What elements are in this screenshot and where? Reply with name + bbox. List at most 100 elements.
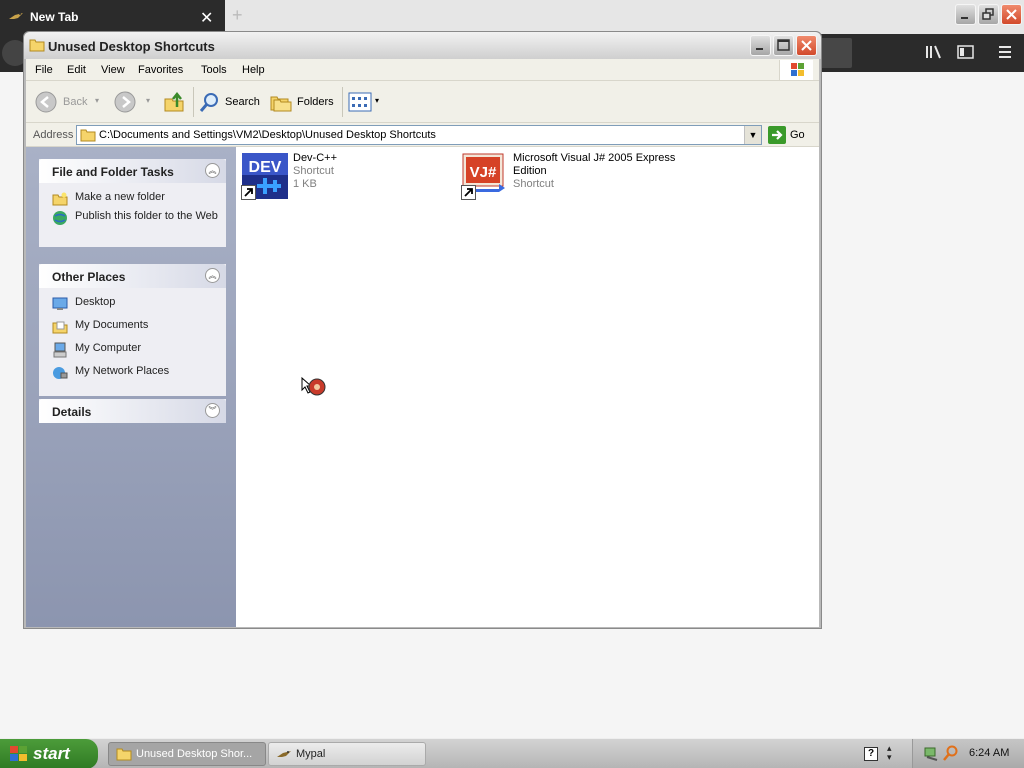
file-name: Dev-C++ [293,152,338,164]
menu-view[interactable]: View [101,64,125,76]
browser-minimize-button[interactable] [955,4,976,25]
expand-chevron-icon[interactable]: ︾ [205,403,220,418]
folder-icon [80,128,96,145]
up-folder-button[interactable] [163,91,187,113]
file-item-visual-jsharp[interactable]: VJ# Microsoft Visual J# 2005 Express Edi… [461,152,701,204]
shortcut-arrow-icon [461,185,476,200]
go-button[interactable]: Go [768,125,808,145]
panel-title: File and Folder Tasks [52,165,174,179]
views-dropdown-icon[interactable]: ▾ [375,96,379,105]
address-bar: Address C:\Documents and Settings\VM2\De… [26,123,819,147]
window-titlebar[interactable]: Unused Desktop Shortcuts [24,32,821,59]
file-item-dev-cpp[interactable]: DEV Dev-C++ Shortcut 1 KB [241,152,461,204]
browser-close-button[interactable] [1001,4,1022,25]
back-dropdown-icon[interactable]: ▾ [95,96,99,105]
task-publish-web[interactable]: Publish this folder to the Web [39,207,226,226]
shortcut-arrow-icon [241,185,256,200]
new-tab-button[interactable]: + [232,5,243,26]
toolbar-separator [342,87,343,117]
forward-arrow-icon [114,91,136,113]
browser-url-bar[interactable] [820,38,852,68]
tray-search-icon[interactable] [943,745,959,764]
folders-label: Folders [297,96,334,108]
folder-icon [116,747,132,764]
views-button[interactable]: ▾ [348,91,384,113]
new-folder-icon [52,191,68,207]
my-documents-icon [52,319,68,335]
help-icon[interactable]: ? [864,747,878,761]
place-label: Desktop [75,296,116,308]
folders-button[interactable]: Folders [270,91,336,113]
hamburger-menu-icon[interactable] [997,44,1013,65]
tab-title: New Tab [30,10,79,24]
panel-header[interactable]: Other Places ︽ [39,264,226,288]
windows-flag-icon [9,745,29,766]
file-name: Microsoft Visual J# 2005 Express Edition [513,152,676,177]
window-title: Unused Desktop Shortcuts [48,39,215,54]
menu-help[interactable]: Help [242,64,265,76]
panel-title: Other Places [52,270,126,284]
sidebar-icon[interactable] [957,44,975,65]
go-label: Go [790,129,805,141]
windows-logo-icon [779,60,813,80]
back-button[interactable]: Back ▾ [35,91,103,113]
panel-title: Details [52,405,92,419]
address-value: C:\Documents and Settings\VM2\Desktop\Un… [99,129,436,141]
close-button[interactable] [796,35,817,56]
address-label: Address [33,129,74,141]
details-panel: Details ︾ [39,399,226,423]
search-button[interactable]: Search [199,91,263,113]
menu-tools[interactable]: Tools [201,64,227,76]
maximize-icon [777,39,790,51]
address-input[interactable]: C:\Documents and Settings\VM2\Desktop\Un… [76,125,762,145]
place-my-computer[interactable]: My Computer [39,339,226,362]
collapse-chevron-icon[interactable]: ︽ [205,268,220,283]
start-button[interactable]: start [0,739,98,768]
search-icon [199,93,218,112]
dev-icon-text: DEV [249,159,282,176]
panel-header[interactable]: File and Folder Tasks ︽ [39,159,226,183]
clock: 6:24 AM [969,747,1010,759]
publish-web-icon [52,210,68,226]
place-label: My Computer [75,342,142,354]
taskbar-item-mypal[interactable]: Mypal [268,742,426,766]
forward-button[interactable]: ▾ [114,91,154,113]
taskbar-item-explorer[interactable]: Unused Desktop Shor... [108,742,266,766]
task-label: Publish this folder to the Web [75,210,218,222]
taskbar-item-label: Unused Desktop Shor... [136,748,253,760]
library-icon[interactable] [925,44,943,65]
back-label: Back [63,96,88,108]
address-dropdown-icon[interactable]: ▼ [744,126,761,144]
place-my-documents[interactable]: My Documents [39,316,226,339]
task-make-new-folder[interactable]: Make a new folder [39,188,226,207]
start-label: start [33,744,70,763]
search-label: Search [225,96,260,108]
system-tray: 6:24 AM [912,739,1024,768]
folder-icon [29,38,45,55]
browser-tab-new-tab[interactable]: New Tab ✕ [0,0,225,34]
menu-file[interactable]: File [35,64,53,76]
toolbar-separator [193,87,194,117]
forward-dropdown-icon[interactable]: ▾ [146,96,150,105]
tab-close-icon[interactable]: ✕ [200,8,213,28]
panel-header[interactable]: Details ︾ [39,399,226,423]
dev-cpp-icon: DEV [241,152,289,200]
minimize-icon [961,17,968,19]
visual-jsharp-icon: VJ# [461,152,509,200]
maximize-button[interactable] [773,35,794,56]
place-my-network-places[interactable]: My Network Places [39,362,226,381]
collapse-chevron-icon[interactable]: ︽ [205,163,220,178]
language-bar-chevron-icon[interactable]: ▴ ▾ [887,744,892,762]
menu-edit[interactable]: Edit [67,64,86,76]
place-desktop[interactable]: Desktop [39,293,226,316]
go-arrow-icon [768,126,786,144]
minimize-button[interactable] [750,35,771,56]
menu-favorites[interactable]: Favorites [138,64,183,76]
file-type: Shortcut [513,178,554,190]
task-pane: File and Folder Tasks ︽ Make a new folde… [26,147,236,627]
network-places-icon [52,365,68,381]
taskbar-item-label: Mypal [296,748,326,760]
file-type: Shortcut [293,165,334,177]
browser-restore-button[interactable] [978,4,999,25]
tray-network-icon[interactable] [923,745,939,764]
